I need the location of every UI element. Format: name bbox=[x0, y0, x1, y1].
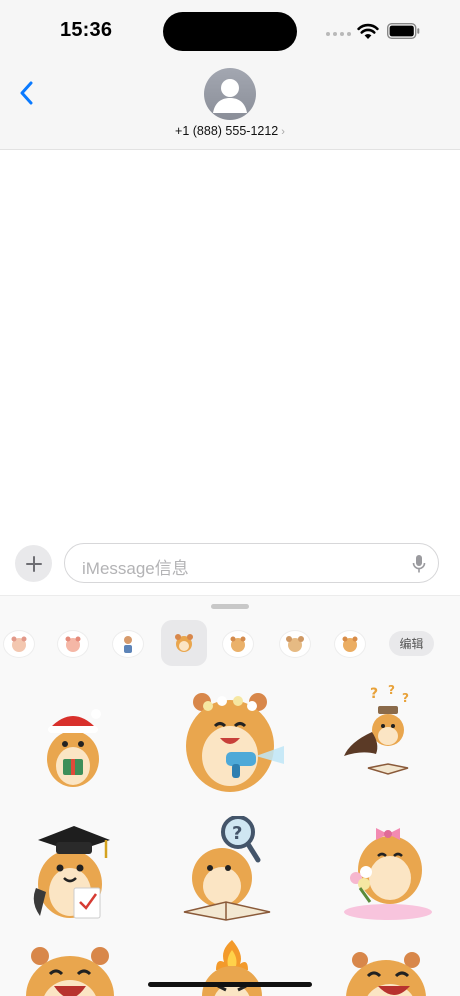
microphone-icon[interactable] bbox=[412, 554, 426, 574]
sticker-pack-2[interactable] bbox=[57, 630, 89, 658]
back-button[interactable] bbox=[12, 76, 40, 110]
svg-text:?: ? bbox=[370, 686, 378, 702]
hamster-graduation-cap-icon bbox=[33, 826, 110, 919]
svg-text:?: ? bbox=[232, 823, 242, 844]
hamster-icon bbox=[286, 636, 304, 652]
sticker-pack-1[interactable] bbox=[3, 630, 35, 658]
wifi-icon bbox=[357, 23, 379, 39]
svg-text:?: ? bbox=[402, 691, 409, 705]
dynamic-island bbox=[163, 12, 297, 51]
sticker-pack-bar: 编辑 bbox=[0, 620, 460, 666]
status-time: 15:36 bbox=[60, 19, 113, 41]
sticker-pack-7[interactable] bbox=[334, 630, 366, 658]
home-indicator[interactable] bbox=[148, 982, 312, 987]
message-input[interactable]: iMessage信息 bbox=[64, 543, 439, 583]
hamster-pink-bow-bouquet-icon bbox=[344, 828, 432, 920]
edit-stickers-button[interactable]: 编辑 bbox=[389, 631, 434, 656]
sticker-hamster-laughing[interactable] bbox=[20, 944, 120, 996]
hamster-cape-book-question-icon: ? ? ? bbox=[344, 684, 409, 775]
drawer-grabber[interactable] bbox=[211, 604, 249, 609]
hamster-flame-icon bbox=[202, 940, 262, 996]
sticker-hamster-magnifier-book[interactable]: ? bbox=[180, 816, 276, 922]
sticker-hamster-santa-hat-gift[interactable] bbox=[38, 704, 108, 790]
person-icon bbox=[213, 79, 247, 113]
hamster-santa-hat-gift-icon bbox=[47, 709, 101, 787]
sticker-pack-5[interactable] bbox=[222, 630, 254, 658]
hamster-icon bbox=[175, 634, 193, 652]
hamster-magnifier-book-icon: ? bbox=[183, 816, 271, 921]
sticker-hamster-laughing-2[interactable] bbox=[338, 946, 434, 996]
sticker-hamster-graduation-cap[interactable] bbox=[30, 822, 114, 922]
sticker-hamster-pink-bow-bouquet[interactable] bbox=[340, 818, 436, 920]
chevron-right-icon: › bbox=[281, 126, 285, 138]
hamster-icon bbox=[342, 636, 358, 652]
cellular-signal-icon bbox=[326, 31, 352, 37]
contact-avatar[interactable] bbox=[204, 68, 256, 120]
plus-icon bbox=[25, 555, 42, 572]
sticker-pack-3[interactable] bbox=[112, 630, 144, 658]
hamster-icon bbox=[230, 636, 246, 652]
sticker-pack-4[interactable] bbox=[161, 620, 207, 666]
sticker-pack-6[interactable] bbox=[279, 630, 311, 658]
message-placeholder: iMessage信息 bbox=[82, 559, 189, 578]
sticker-hamster-cape-book-question[interactable]: ? ? ? bbox=[340, 684, 422, 788]
hamster-flower-crown-water-gun-icon bbox=[186, 693, 284, 792]
hamster-icon bbox=[65, 636, 81, 652]
sticker-hamster-flower-crown-water-gun[interactable] bbox=[180, 684, 286, 794]
sticker-hamster-flame[interactable] bbox=[196, 940, 268, 996]
apps-plus-button[interactable] bbox=[15, 545, 52, 582]
svg-text:?: ? bbox=[388, 684, 395, 697]
contact-number: +1 (888) 555-1212 bbox=[175, 124, 279, 138]
figure-icon bbox=[124, 636, 132, 653]
hamster-laughing-2-icon bbox=[346, 952, 426, 996]
hamster-laughing-icon bbox=[26, 947, 114, 996]
hamster-icon bbox=[11, 636, 27, 652]
contact-name-button[interactable]: +1 (888) 555-1212 › bbox=[0, 124, 460, 138]
chevron-left-icon bbox=[20, 81, 33, 105]
sticker-drawer: 编辑 ? ? ? ? bbox=[0, 595, 460, 996]
navigation-header: 15:36 +1 (888) 555-1212 › bbox=[0, 0, 460, 150]
battery-icon bbox=[387, 23, 420, 39]
